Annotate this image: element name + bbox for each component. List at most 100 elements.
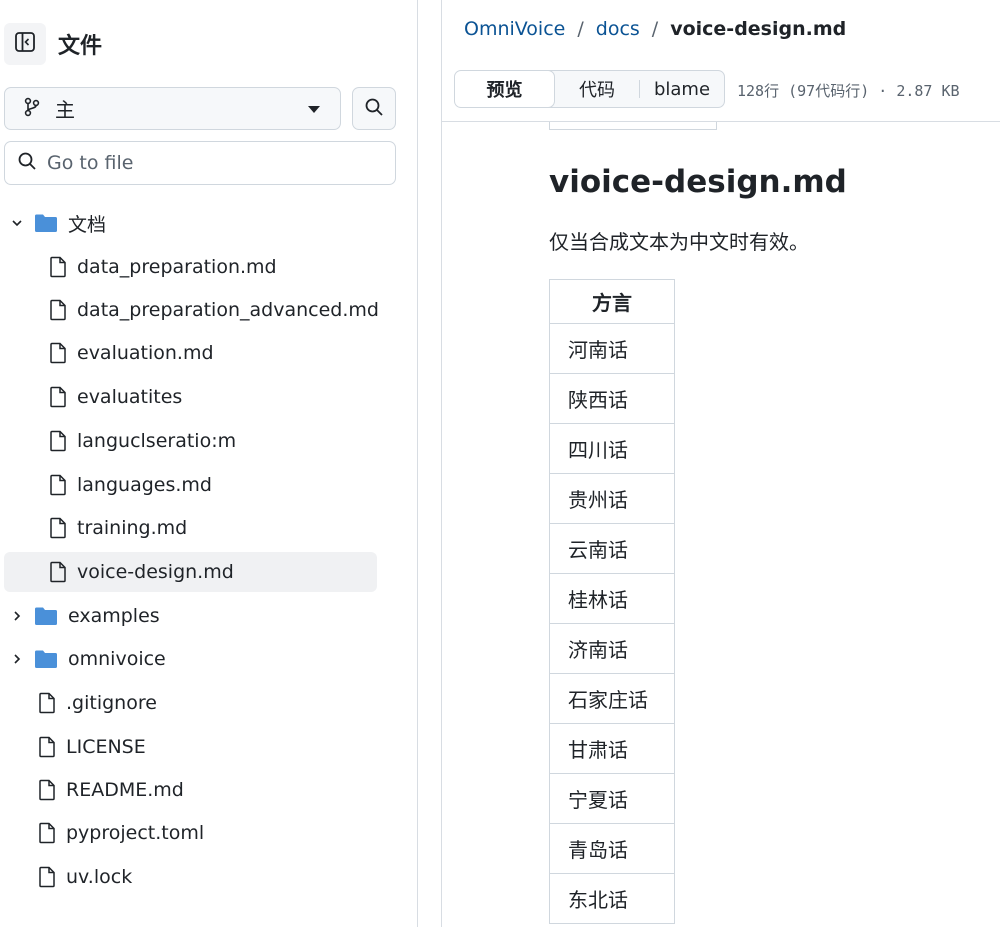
table-row: 石家庄话 [549,673,675,724]
table-cell-dialect: 宁夏话 [549,773,675,824]
folder-icon [34,213,58,233]
tree-item-label: omnivoice [68,648,166,670]
table-row: 贵州话 [549,473,675,524]
file-icon [49,299,67,321]
view-mode-tabs: 预览 代码 blame [454,70,725,108]
file-toolbar: 预览 代码 blame 128行 (97代码行) · 2.87 KB [442,58,1000,122]
table-row: 四川话 [549,423,675,474]
go-to-file-input[interactable] [47,152,367,174]
table-row: 济南话 [549,623,675,674]
chevron-right-icon[interactable] [10,609,24,623]
file-icon [49,342,67,364]
table-row: 甘肃话 [549,723,675,774]
tree-item-label: languages.md [77,474,212,496]
tree-item-label: training.md [77,517,188,539]
file-icon [49,517,67,539]
tree-folder-文档[interactable]: 文档 [4,203,377,243]
breadcrumb-repo-link[interactable]: OmniVoice [464,18,565,40]
breadcrumb-current-file: voice-design.md [670,18,847,40]
branch-name: 主 [55,98,75,122]
dialect-table: 方言 河南话 陕西话 四川话 贵州话 云南话 桂林话 济南话 石家庄话 甘肃话 宁夏话 青岛话 东北话 [549,279,675,924]
table-row: 青岛话 [549,823,675,874]
tree-file-evaluation-md[interactable]: evaluation.md [4,333,377,373]
file-icon [38,692,56,714]
tree-item-label: .gitignore [66,692,157,714]
table-cell-dialect: 四川话 [549,423,675,474]
tree-item-label: README.md [66,779,184,801]
table-cell-dialect: 贵州话 [549,473,675,524]
tree-item-label: evaluation.md [77,342,214,364]
table-header-dialect: 方言 [549,279,675,324]
chevron-down-icon[interactable] [10,216,24,230]
breadcrumb-separator: / [577,18,584,40]
tree-file-evaluatites[interactable]: evaluatites [4,377,377,417]
tree-item-label: LICENSE [66,736,146,758]
tree-file-gitignore[interactable]: .gitignore [4,683,377,723]
file-stats: 128行 (97代码行) · 2.87 KB [737,82,960,100]
tree-file-uv-lock[interactable]: uv.lock [4,857,377,897]
file-icon [38,736,56,758]
tree-item-label: data_preparation.md [77,256,277,278]
tree-file-languclseratio-m[interactable]: languclseratio:m [4,421,377,461]
table-row: 东北话 [549,873,675,924]
folder-icon [34,606,58,626]
sidebar-panel-icon [14,31,36,57]
tree-item-label: data_preparation_advanced.md [77,299,379,321]
document-heading: vioice-design.md [549,164,847,200]
table-cell-dialect: 云南话 [549,523,675,574]
sidebar-title: 文件 [58,34,103,59]
git-branch-icon [23,97,41,121]
branch-selector[interactable]: 主 [4,87,341,130]
file-icon [49,386,67,408]
tree-file-training-md[interactable]: training.md [4,508,377,548]
tree-item-label: pyproject.toml [66,822,205,844]
table-cell-dialect: 桂林话 [549,573,675,624]
file-icon [38,779,56,801]
tree-item-label: evaluatites [77,386,183,408]
file-icon [38,822,56,844]
tree-file-license[interactable]: LICENSE [4,727,377,767]
table-cell-dialect: 东北话 [549,873,675,924]
file-icon [49,474,67,496]
tree-item-label: uv.lock [66,866,133,888]
sidebar-header: 文件 [4,23,103,65]
chevron-down-icon [308,106,320,113]
breadcrumb-docs-link[interactable]: docs [596,18,640,40]
tree-folder-omnivoice[interactable]: omnivoice [4,639,377,679]
tree-file-languages-md[interactable]: languages.md [4,465,377,505]
file-icon [49,256,67,278]
file-view: OmniVoice / docs / voice-design.md 预览 代码… [441,0,1000,927]
tree-file-pyproject-toml[interactable]: pyproject.toml [4,813,377,853]
table-cell-dialect: 石家庄话 [549,673,675,724]
breadcrumb: OmniVoice / docs / voice-design.md [464,18,846,40]
file-icon [38,866,56,888]
chevron-right-icon[interactable] [10,652,24,666]
search-icon [364,97,384,121]
document-description: 仅当合成文本为中文时有效。 [549,230,809,254]
tree-file-data-preparation-advanced-md[interactable]: data_preparation_advanced.md [4,290,379,330]
tab-preview[interactable]: 预览 [455,71,555,107]
table-row: 桂林话 [549,573,675,624]
go-to-file-box [4,141,396,185]
tree-file-voice-design-md[interactable]: voice-design.md [4,552,377,592]
tab-code[interactable]: 代码 [555,71,639,107]
table-cell-dialect: 青岛话 [549,823,675,874]
tree-file-data-preparation-md[interactable]: data_preparation.md [4,247,377,287]
collapse-sidebar-button[interactable] [4,23,46,65]
search-button[interactable] [352,87,396,130]
file-icon [49,430,67,452]
table-cell-dialect: 济南话 [549,623,675,674]
table-cell-dialect: 甘肃话 [549,723,675,774]
tree-folder-examples[interactable]: examples [4,596,377,636]
tree-file-readme-md[interactable]: README.md [4,770,377,810]
tab-blame[interactable]: blame [640,71,724,107]
breadcrumb-separator: / [651,18,659,40]
table-row: 云南话 [549,523,675,574]
table-cell-dialect: 陕西话 [549,373,675,424]
file-icon [49,561,67,583]
tree-item-label: examples [68,605,160,627]
file-tree-sidebar: 文件 主 文档 data_preparation.md data_preparati… [0,0,418,927]
tree-item-label: voice-design.md [77,561,234,583]
table-row: 宁夏话 [549,773,675,824]
tree-item-label: 文档 [68,213,107,236]
